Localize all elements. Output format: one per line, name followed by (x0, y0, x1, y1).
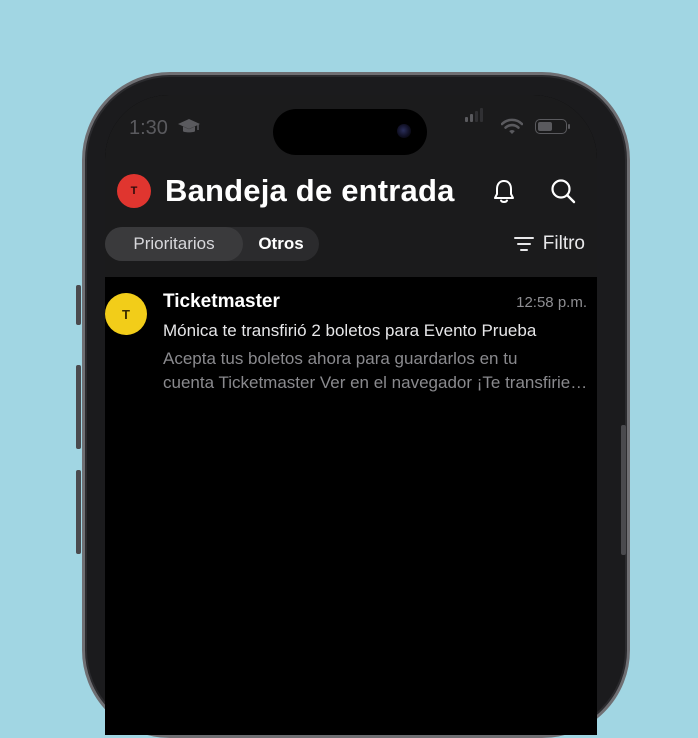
dynamic-island (273, 109, 427, 155)
tab-prioritarios[interactable]: Prioritarios (105, 227, 243, 261)
email-subject: Mónica te transfirió 2 boletos para Even… (163, 321, 537, 340)
inbox-tabs: Prioritarios Otros (105, 227, 319, 261)
email-time: 12:58 p.m. (516, 294, 587, 311)
side-button-volume-up (76, 365, 81, 449)
email-preview: Acepta tus boletos ahora para guardarlos… (163, 347, 589, 395)
filter-button[interactable]: Filtro (513, 233, 585, 255)
page-title: Bandeja de entrada (165, 173, 455, 208)
account-avatar-letter: T (130, 185, 138, 197)
search-icon[interactable] (549, 177, 577, 205)
side-button-action (76, 285, 81, 325)
battery-icon (535, 119, 567, 134)
account-avatar[interactable]: T (117, 174, 151, 208)
status-time: 1:30 (129, 117, 168, 139)
sender-avatar-letter: T (122, 306, 130, 322)
side-button-volume-down (76, 470, 81, 554)
email-preview-line-2: cuenta Ticketmaster Ver en el navegador … (163, 373, 589, 392)
battery-tip (568, 124, 570, 129)
filter-label: Filtro (542, 233, 585, 254)
app-header: 1:30 T Bandeja de entrada Prioritarios O… (105, 95, 597, 277)
email-preview-line-1: Acepta tus boletos ahora para guardarlos… (163, 349, 518, 368)
side-button-power (621, 425, 626, 555)
tab-otros[interactable]: Otros (243, 227, 319, 261)
front-camera (397, 124, 411, 138)
sender-avatar: T (105, 293, 147, 335)
focus-mode-icon (177, 116, 201, 142)
phone-screen: 1:30 T Bandeja de entrada Prioritarios O… (105, 95, 597, 735)
wifi-icon (501, 118, 523, 134)
email-list-item[interactable]: T Ticketmaster 12:58 p.m. Mónica te tran… (105, 277, 597, 397)
email-sender: Ticketmaster (163, 291, 280, 312)
filter-icon (513, 237, 534, 251)
bell-icon[interactable] (490, 177, 518, 205)
